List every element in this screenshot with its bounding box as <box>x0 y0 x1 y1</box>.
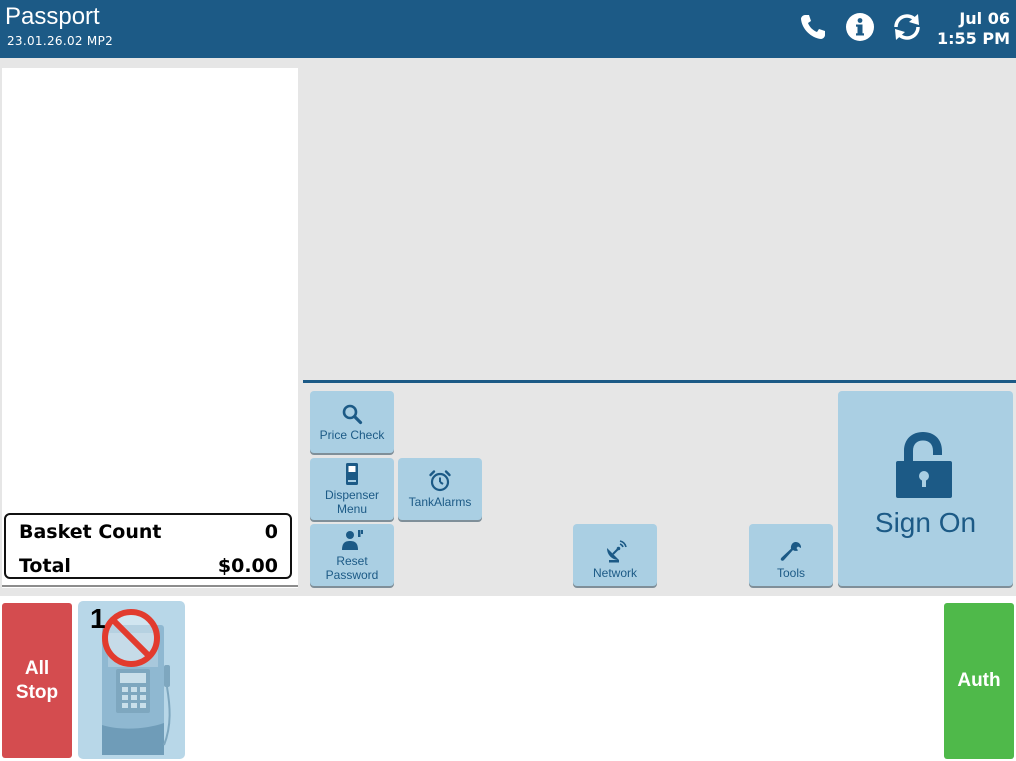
basket-count-row: Basket Count 0 <box>19 519 278 545</box>
price-check-button[interactable]: Price Check <box>310 391 394 453</box>
satellite-dish-icon <box>603 540 627 564</box>
receipt-divider <box>2 585 298 587</box>
total-row: Total $0.00 <box>19 553 278 579</box>
pump-1-button[interactable]: 1 <box>78 601 185 759</box>
tools-button[interactable]: Tools <box>749 524 833 586</box>
total-value: $0.00 <box>217 555 278 577</box>
total-label: Total <box>19 555 71 577</box>
no-entry-icon <box>100 607 162 673</box>
all-stop-button[interactable]: All Stop <box>2 603 72 758</box>
time: 1:55 PM <box>936 29 1010 48</box>
reset-password-label: Reset Password <box>325 554 379 582</box>
dispenser-menu-button[interactable]: Dispenser Menu <box>310 458 394 520</box>
dispenser-menu-label: Dispenser Menu <box>324 488 380 516</box>
auth-label: Auth <box>957 670 1001 691</box>
function-divider <box>303 380 1016 383</box>
totals-box: Basket Count 0 Total $0.00 <box>4 513 292 579</box>
auth-button[interactable]: Auth <box>944 603 1014 759</box>
unlock-icon <box>894 429 954 505</box>
tank-alarms-label: TankAlarms <box>408 495 472 509</box>
pump-number: 1 <box>90 603 106 634</box>
title-bar: Passport 23.01.26.02 MP2 Jul 06 1:55 PM <box>0 0 1016 58</box>
sign-on-label: Sign On <box>874 507 977 538</box>
app-version: 23.01.26.02 MP2 <box>7 34 114 48</box>
network-button[interactable]: Network <box>573 524 657 586</box>
tank-alarms-button[interactable]: TankAlarms <box>398 458 482 520</box>
basket-count-label: Basket Count <box>19 521 162 543</box>
reset-user-icon <box>340 528 364 552</box>
refresh-icon[interactable] <box>890 10 924 44</box>
sign-on-button[interactable]: Sign On <box>838 391 1013 586</box>
dispenser-icon <box>344 462 360 486</box>
basket-count-value: 0 <box>264 521 278 543</box>
info-icon[interactable] <box>843 10 877 44</box>
date: Jul 06 <box>959 9 1010 28</box>
date-time: Jul 06 1:55 PM <box>937 9 1010 49</box>
price-check-label: Price Check <box>319 428 385 442</box>
all-stop-label: All Stop <box>15 657 59 703</box>
alarm-clock-icon <box>428 469 452 493</box>
reset-password-button[interactable]: Reset Password <box>310 524 394 586</box>
tools-label: Tools <box>776 566 805 580</box>
receipt-list[interactable] <box>2 68 298 588</box>
phone-icon[interactable] <box>796 10 830 44</box>
search-icon <box>341 402 363 426</box>
app-title: Passport <box>5 3 100 30</box>
network-label: Network <box>592 566 637 580</box>
wrench-icon <box>779 540 803 564</box>
